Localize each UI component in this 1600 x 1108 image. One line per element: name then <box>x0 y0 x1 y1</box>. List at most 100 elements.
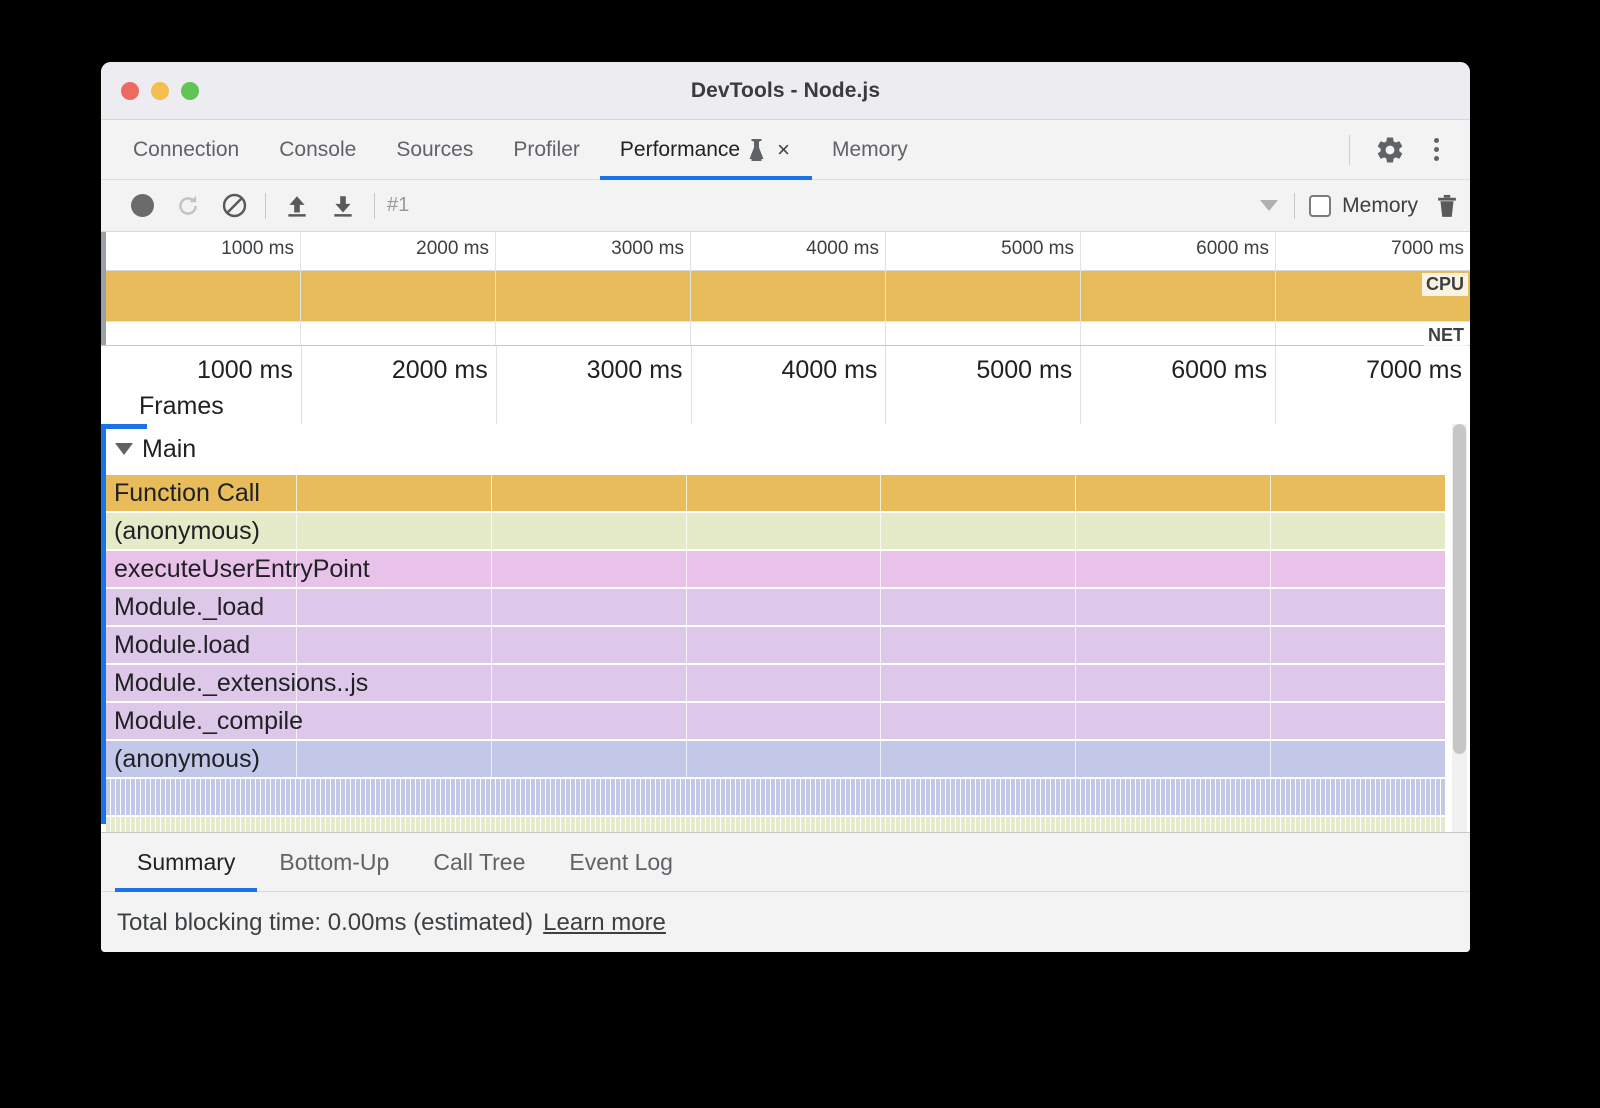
close-icon[interactable]: × <box>775 139 792 161</box>
chevron-down-icon[interactable] <box>115 443 133 455</box>
overview-tick-label: 1000 ms <box>221 238 300 260</box>
flamechart-bar-label: executeUserEntryPoint <box>106 555 370 584</box>
tab-bottom-up[interactable]: Bottom-Up <box>257 833 411 891</box>
tab-memory[interactable]: Memory <box>812 120 928 179</box>
timeline-overview[interactable]: 1000 ms2000 ms3000 ms4000 ms5000 ms6000 … <box>101 232 1470 345</box>
learn-more-link[interactable]: Learn more <box>543 909 666 937</box>
flamechart-bar[interactable]: Module._compile <box>106 703 1445 739</box>
flamechart-rows[interactable]: Main Function Call (anonymous) executeUser… <box>101 424 1470 832</box>
gridline <box>690 232 691 270</box>
flask-icon <box>748 138 765 162</box>
gridline <box>495 322 496 345</box>
net-label: NET <box>1424 324 1468 347</box>
upload-profile-icon[interactable] <box>274 183 320 229</box>
divider <box>374 193 375 219</box>
overview-net-band: NET <box>101 321 1470 345</box>
flamechart[interactable]: Frames 1000 ms2000 ms3000 ms4000 ms5000 … <box>101 345 1470 832</box>
flamechart-bar-label: Function Call <box>106 479 260 508</box>
flamechart-bar[interactable]: (anonymous) <box>106 513 1445 549</box>
flamechart-dense-row[interactable] <box>106 779 1445 815</box>
overview-tick-label: 4000 ms <box>806 238 885 260</box>
gridline <box>1080 322 1081 345</box>
tab-profiler[interactable]: Profiler <box>493 120 600 179</box>
flamechart-bar[interactable]: Module.load <box>106 627 1445 663</box>
tab-label: Sources <box>396 138 473 162</box>
bar-gridlines <box>106 475 1445 511</box>
record-circle-icon[interactable] <box>119 183 165 229</box>
tab-summary[interactable]: Summary <box>115 833 257 891</box>
flamechart-tick-label: 5000 ms <box>976 356 1080 385</box>
tab-performance[interactable]: Performance × <box>600 120 812 179</box>
gridline <box>690 271 691 321</box>
flamechart-bar[interactable]: Module._load <box>106 589 1445 625</box>
tab-call-tree[interactable]: Call Tree <box>411 833 547 891</box>
tab-label: Bottom-Up <box>279 849 389 876</box>
gridline <box>1080 271 1081 321</box>
devtools-window: DevTools - Node.js Connection Console So… <box>101 62 1470 952</box>
reload-record-icon[interactable] <box>165 183 211 229</box>
gridline <box>885 322 886 345</box>
tab-label: Console <box>279 138 356 162</box>
tab-label: Memory <box>832 138 908 162</box>
tab-sources[interactable]: Sources <box>376 120 493 179</box>
flamechart-bar-label: Module._compile <box>106 707 303 736</box>
flamechart-bar[interactable]: executeUserEntryPoint <box>106 551 1445 587</box>
tab-label: Call Tree <box>433 849 525 876</box>
window-title: DevTools - Node.js <box>101 79 1470 103</box>
overview-cpu-band: CPU <box>101 271 1470 321</box>
frames-track-label: Frames <box>139 392 224 421</box>
tab-event-log[interactable]: Event Log <box>547 833 695 891</box>
overview-tick-label: 3000 ms <box>611 238 690 260</box>
trash-icon[interactable] <box>1424 183 1470 229</box>
flamechart-bar-label: Module.load <box>106 631 250 660</box>
gridline <box>1080 346 1081 424</box>
memory-label: Memory <box>1342 194 1418 218</box>
gridline <box>691 346 692 424</box>
gear-icon[interactable] <box>1370 130 1410 170</box>
profile-select-value: #1 <box>387 194 409 217</box>
performance-toolbar: #1 Memory <box>101 180 1470 232</box>
bar-gridlines <box>106 513 1445 549</box>
panel-tabs: Connection Console Sources Profiler Perf… <box>101 120 928 179</box>
clear-no-entry-icon[interactable] <box>211 183 257 229</box>
overview-tick-label: 5000 ms <box>1001 238 1080 260</box>
divider <box>1294 193 1295 219</box>
profile-select[interactable]: #1 <box>387 183 1286 229</box>
tab-label: Profiler <box>513 138 580 162</box>
gridline <box>300 322 301 345</box>
overview-tick-label: 7000 ms <box>1391 238 1470 260</box>
flamechart-bar[interactable]: Module._extensions..js <box>106 665 1445 701</box>
gridline <box>1275 322 1276 345</box>
gridline <box>885 346 886 424</box>
cpu-label: CPU <box>1422 273 1468 296</box>
flamechart-bar-label: Module._extensions..js <box>106 669 368 698</box>
flamechart-dense-row[interactable] <box>106 817 1445 832</box>
flamechart-ruler: Frames 1000 ms2000 ms3000 ms4000 ms5000 … <box>101 346 1470 424</box>
flamechart-scrollbar-thumb[interactable] <box>1453 424 1466 754</box>
gridline <box>1275 232 1276 270</box>
tab-connection[interactable]: Connection <box>113 120 259 179</box>
checkbox-box <box>1309 195 1331 217</box>
download-profile-icon[interactable] <box>320 183 366 229</box>
total-blocking-time-text: Total blocking time: 0.00ms (estimated) <box>117 909 533 937</box>
flamechart-bar-label: (anonymous) <box>106 517 260 546</box>
tabbar-actions <box>1349 120 1470 179</box>
kebab-menu-icon[interactable] <box>1416 130 1456 170</box>
flamechart-bar[interactable]: Function Call <box>106 475 1445 511</box>
memory-checkbox[interactable]: Memory <box>1303 194 1424 218</box>
flamechart-tick-label: 4000 ms <box>782 356 886 385</box>
flamechart-bar[interactable]: (anonymous) <box>106 741 1445 777</box>
gridline <box>1275 271 1276 321</box>
bar-gridlines <box>106 627 1445 663</box>
bar-gridlines <box>106 703 1445 739</box>
overview-window-handle[interactable] <box>101 232 106 345</box>
flamechart-tick-label: 1000 ms <box>197 356 301 385</box>
tab-label: Event Log <box>569 849 673 876</box>
tab-console[interactable]: Console <box>259 120 376 179</box>
flamechart-group-main[interactable]: Main <box>106 428 1470 470</box>
gridline <box>300 271 301 321</box>
window-titlebar: DevTools - Node.js <box>101 62 1470 120</box>
gridline <box>885 232 886 270</box>
flamechart-tick-label: 2000 ms <box>392 356 496 385</box>
gridline <box>1275 346 1276 424</box>
